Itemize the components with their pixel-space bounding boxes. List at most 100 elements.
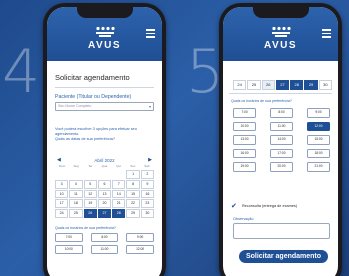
calendar-day[interactable]: 20 (97, 199, 112, 209)
calendar-day-empty (55, 170, 69, 179)
calendar-day[interactable]: 25 (69, 209, 83, 218)
phone-screen: AVUS Solicitar agendamento Paciente (Tit… (47, 7, 162, 276)
time-options: 7:00 8:00 9:00 10:00 11:00 12:00 13:00 14:00 15:… (233, 108, 330, 172)
calendar-day[interactable]: 7 (112, 179, 126, 189)
calendar-grid: 1 2 3 4 5 6 7 8 9 10 11 12 13 14 15 16 17 18 19 20 21 22 23 24 2… (55, 170, 154, 218)
menu-icon[interactable] (146, 29, 155, 38)
calendar-day[interactable]: 13 (97, 189, 112, 199)
page-title: Solicitar agendamento (55, 73, 130, 82)
patient-label: Paciente (Titular ou Dependente) (55, 94, 132, 100)
time-option-button[interactable]: 7:00 (233, 108, 256, 118)
info-text: Você poderá escolher 3 opções para efetu… (55, 127, 154, 141)
time-option-button[interactable]: 8:00 (90, 233, 119, 242)
calendar-day[interactable]: 5 (83, 179, 97, 189)
time-option-button[interactable]: 12:00 (307, 121, 330, 131)
calendar-day[interactable]: 17 (55, 199, 69, 209)
observation-textarea[interactable] (233, 223, 330, 239)
menu-icon[interactable] (322, 29, 331, 38)
weekday-label: Sab (144, 164, 150, 168)
calendar-day[interactable]: 29 (126, 209, 140, 218)
date-cell[interactable]: 27 (275, 80, 290, 90)
calendar-day[interactable]: 12 (83, 189, 97, 199)
divider (55, 87, 154, 88)
calendar-day[interactable]: 23 (140, 199, 154, 209)
date-cell[interactable]: 24 (233, 80, 247, 90)
divider (229, 93, 332, 94)
time-option-button[interactable]: 8:00 (270, 108, 293, 118)
date-cell[interactable]: 26 (261, 80, 275, 90)
date-cell[interactable]: 30 (318, 80, 332, 90)
calendar-day[interactable]: 15 (126, 189, 140, 199)
calendar-day[interactable]: 3 (55, 179, 69, 189)
weekday-label: Dom (58, 164, 66, 168)
time-option-button[interactable]: 16:00 (233, 148, 256, 158)
time-option-button[interactable]: 9:00 (307, 108, 330, 118)
chevron-down-icon: ▾ (148, 104, 151, 109)
time-option-button[interactable]: 13:00 (233, 135, 256, 145)
submit-button[interactable]: Solicitar agendamento (239, 250, 328, 263)
time-option-button[interactable]: 7:00 (55, 233, 83, 242)
calendar-day[interactable]: 22 (126, 199, 140, 209)
calendar-day-empty (112, 170, 126, 179)
app-logo-text: AVUS (263, 40, 298, 51)
weekday-label: Qua (101, 164, 108, 168)
step-number-4: 4 (2, 37, 41, 107)
patient-select-placeholder: Seu Nome Completo (58, 104, 92, 108)
calendar-day[interactable]: 9 (140, 179, 154, 189)
calendar-day[interactable]: 8 (126, 179, 140, 189)
avus-logo-icon (270, 26, 292, 38)
time-option-button[interactable]: 21:00 (307, 162, 330, 172)
patient-select[interactable]: Seu Nome Completo ▾ (55, 102, 154, 111)
calendar-header: ◀ Abril 2022 ▶ (55, 157, 154, 164)
calendar-weekdays: Dom Seg Ter Qua Qui Sex Sab (55, 164, 154, 169)
time-option-button[interactable]: 9:00 (126, 233, 154, 242)
app-logo-text: AVUS (87, 40, 122, 51)
calendar-day[interactable]: 18 (69, 199, 83, 209)
weekday-label: Ter (88, 164, 93, 168)
time-option-button[interactable]: 19:00 (233, 162, 256, 172)
observation-label: Observação (233, 217, 254, 221)
times-question: Quais os horários de sua preferência? (231, 99, 292, 103)
time-option-button[interactable]: 11:00 (270, 121, 293, 131)
time-option-button[interactable]: 20:00 (270, 162, 293, 172)
avus-logo-icon (94, 26, 116, 38)
calendar-day[interactable]: 27 (97, 209, 112, 218)
time-option-button[interactable]: 18:00 (307, 148, 330, 158)
phone-screen: AVUS 24 25 26 27 28 29 30 Quais os horários de… (223, 7, 338, 276)
calendar-day[interactable]: 6 (97, 179, 112, 189)
calendar-day[interactable]: 2 (140, 170, 154, 179)
calendar-day[interactable]: 4 (69, 179, 83, 189)
time-option-button[interactable]: 12:00 (126, 245, 154, 254)
date-cell[interactable]: 28 (290, 80, 304, 90)
reconsulta-checkbox[interactable]: ✔ Reconsulta (entrega de exames) (231, 202, 297, 210)
time-option-button[interactable]: 10:00 (55, 245, 83, 254)
calendar: ◀ Abril 2022 ▶ Dom Seg Ter Qua Qui Sex Sab 123… (55, 157, 154, 218)
info-line-2: Quais as datas de sua preferência? (55, 136, 115, 141)
time-options: 7:00 8:00 9:00 10:00 11:00 12:00 (55, 233, 154, 254)
calendar-day[interactable]: 16 (140, 189, 154, 199)
info-line-1: Você poderá escolher 3 opções para efetu… (55, 127, 137, 136)
chevron-left-icon[interactable]: ◀ (57, 157, 61, 164)
selected-dates-row: 24 25 26 27 28 29 30 (233, 80, 332, 90)
chevron-right-icon[interactable]: ▶ (148, 157, 152, 164)
calendar-day[interactable]: 10 (55, 189, 69, 199)
calendar-day[interactable]: 14 (112, 189, 126, 199)
calendar-day[interactable]: 1 (126, 170, 140, 179)
calendar-day[interactable]: 30 (140, 209, 154, 218)
times-question: Quais os horários de sua preferência? (55, 226, 116, 230)
checkbox-label: Reconsulta (entrega de exames) (241, 204, 298, 208)
time-option-button[interactable]: 17:00 (270, 148, 293, 158)
calendar-day[interactable]: 21 (112, 199, 126, 209)
calendar-day[interactable]: 28 (112, 209, 126, 218)
time-option-button[interactable]: 10:00 (233, 121, 256, 131)
time-option-button[interactable]: 11:00 (90, 245, 119, 254)
time-option-button[interactable]: 14:00 (270, 135, 293, 145)
calendar-day[interactable]: 11 (69, 189, 83, 199)
date-cell[interactable]: 25 (247, 80, 261, 90)
time-option-button[interactable]: 15:00 (307, 135, 330, 145)
calendar-day[interactable]: 26 (83, 209, 97, 218)
date-cell[interactable]: 29 (304, 80, 318, 90)
calendar-day[interactable]: 24 (55, 209, 69, 218)
phone-notch (76, 7, 133, 18)
calendar-day[interactable]: 19 (83, 199, 97, 209)
